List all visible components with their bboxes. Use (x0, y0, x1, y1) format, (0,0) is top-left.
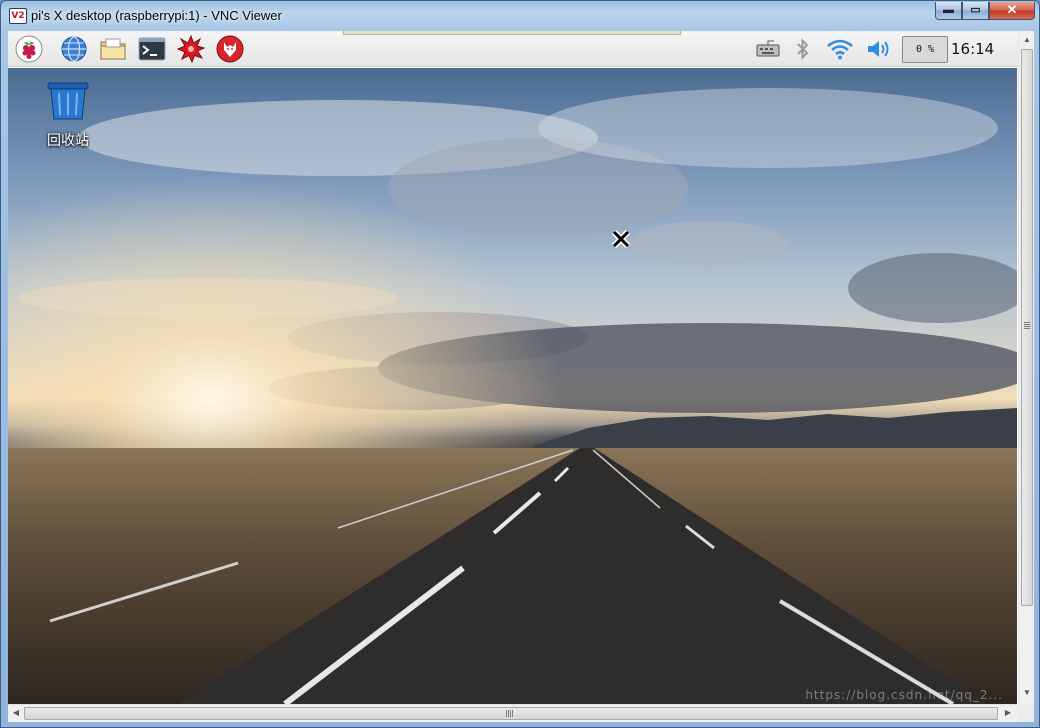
caption-buttons: ▬ ▭ ✕ (935, 2, 1035, 20)
vnc-client-area[interactable]: 0 % 16:14 回收站 https://blog.csdn.net/qq_2… (8, 31, 1034, 722)
horizontal-scroll-thumb[interactable] (24, 707, 998, 720)
grip-icon (506, 710, 514, 717)
scrollbar-corner (1018, 704, 1034, 722)
minimize-button[interactable]: ▬ (935, 2, 962, 20)
keyboard-icon[interactable] (755, 37, 781, 61)
title-bar[interactable]: V2 pi's X desktop (raspberrypi:1) - VNC … (1, 1, 1039, 31)
vnc-app-icon[interactable]: V2 (9, 8, 27, 24)
panel-window-tab[interactable] (343, 31, 681, 35)
road-landscape-image (8, 68, 1017, 704)
clock[interactable]: 16:14 (951, 40, 994, 58)
desktop-wallpaper[interactable]: 回收站 https://blog.csdn.net/qq_2... (8, 68, 1017, 704)
maximize-button[interactable]: ▭ (962, 2, 989, 20)
terminal-icon (138, 37, 166, 61)
file-manager-button[interactable] (98, 34, 128, 64)
desktop-icon-trash[interactable]: 回收站 (34, 81, 102, 150)
trash-icon (47, 82, 89, 120)
raspberry-icon (15, 35, 43, 63)
bluetooth-icon[interactable] (792, 37, 814, 61)
lxde-panel: 0 % 16:14 (8, 31, 1018, 67)
x-cursor-icon (611, 229, 631, 253)
cpu-usage-monitor[interactable]: 0 % (902, 36, 948, 63)
scroll-up-arrow-icon[interactable]: ▲ (1022, 35, 1032, 45)
wifi-icon[interactable] (825, 37, 855, 61)
scroll-down-arrow-icon[interactable]: ▼ (1022, 688, 1032, 698)
window-title: pi's X desktop (raspberrypi:1) - VNC Vie… (31, 8, 282, 23)
wolfram-button[interactable] (215, 34, 245, 64)
horizontal-scrollbar[interactable]: ◀ ▶ (8, 704, 1018, 722)
raspberry-menu-button[interactable] (14, 34, 44, 64)
vnc-viewer-window: V2 pi's X desktop (raspberrypi:1) - VNC … (0, 0, 1040, 728)
folder-icon (100, 38, 126, 60)
web-browser-button[interactable] (59, 34, 89, 64)
vertical-scrollbar[interactable]: ▲ ▼ (1018, 31, 1034, 704)
grip-icon (1024, 322, 1030, 329)
watermark: https://blog.csdn.net/qq_2... (805, 688, 1003, 702)
wolf-icon (216, 35, 244, 63)
scroll-left-arrow-icon[interactable]: ◀ (11, 708, 21, 718)
starburst-icon (177, 35, 205, 63)
scroll-right-arrow-icon[interactable]: ▶ (1003, 708, 1013, 718)
globe-icon (61, 36, 87, 62)
vertical-scroll-thumb[interactable] (1021, 49, 1033, 606)
close-button[interactable]: ✕ (989, 2, 1035, 20)
volume-icon[interactable] (864, 37, 894, 61)
terminal-button[interactable] (137, 34, 167, 64)
math-kernel-button[interactable] (176, 34, 206, 64)
desktop-icon-label: 回收站 (47, 133, 89, 149)
